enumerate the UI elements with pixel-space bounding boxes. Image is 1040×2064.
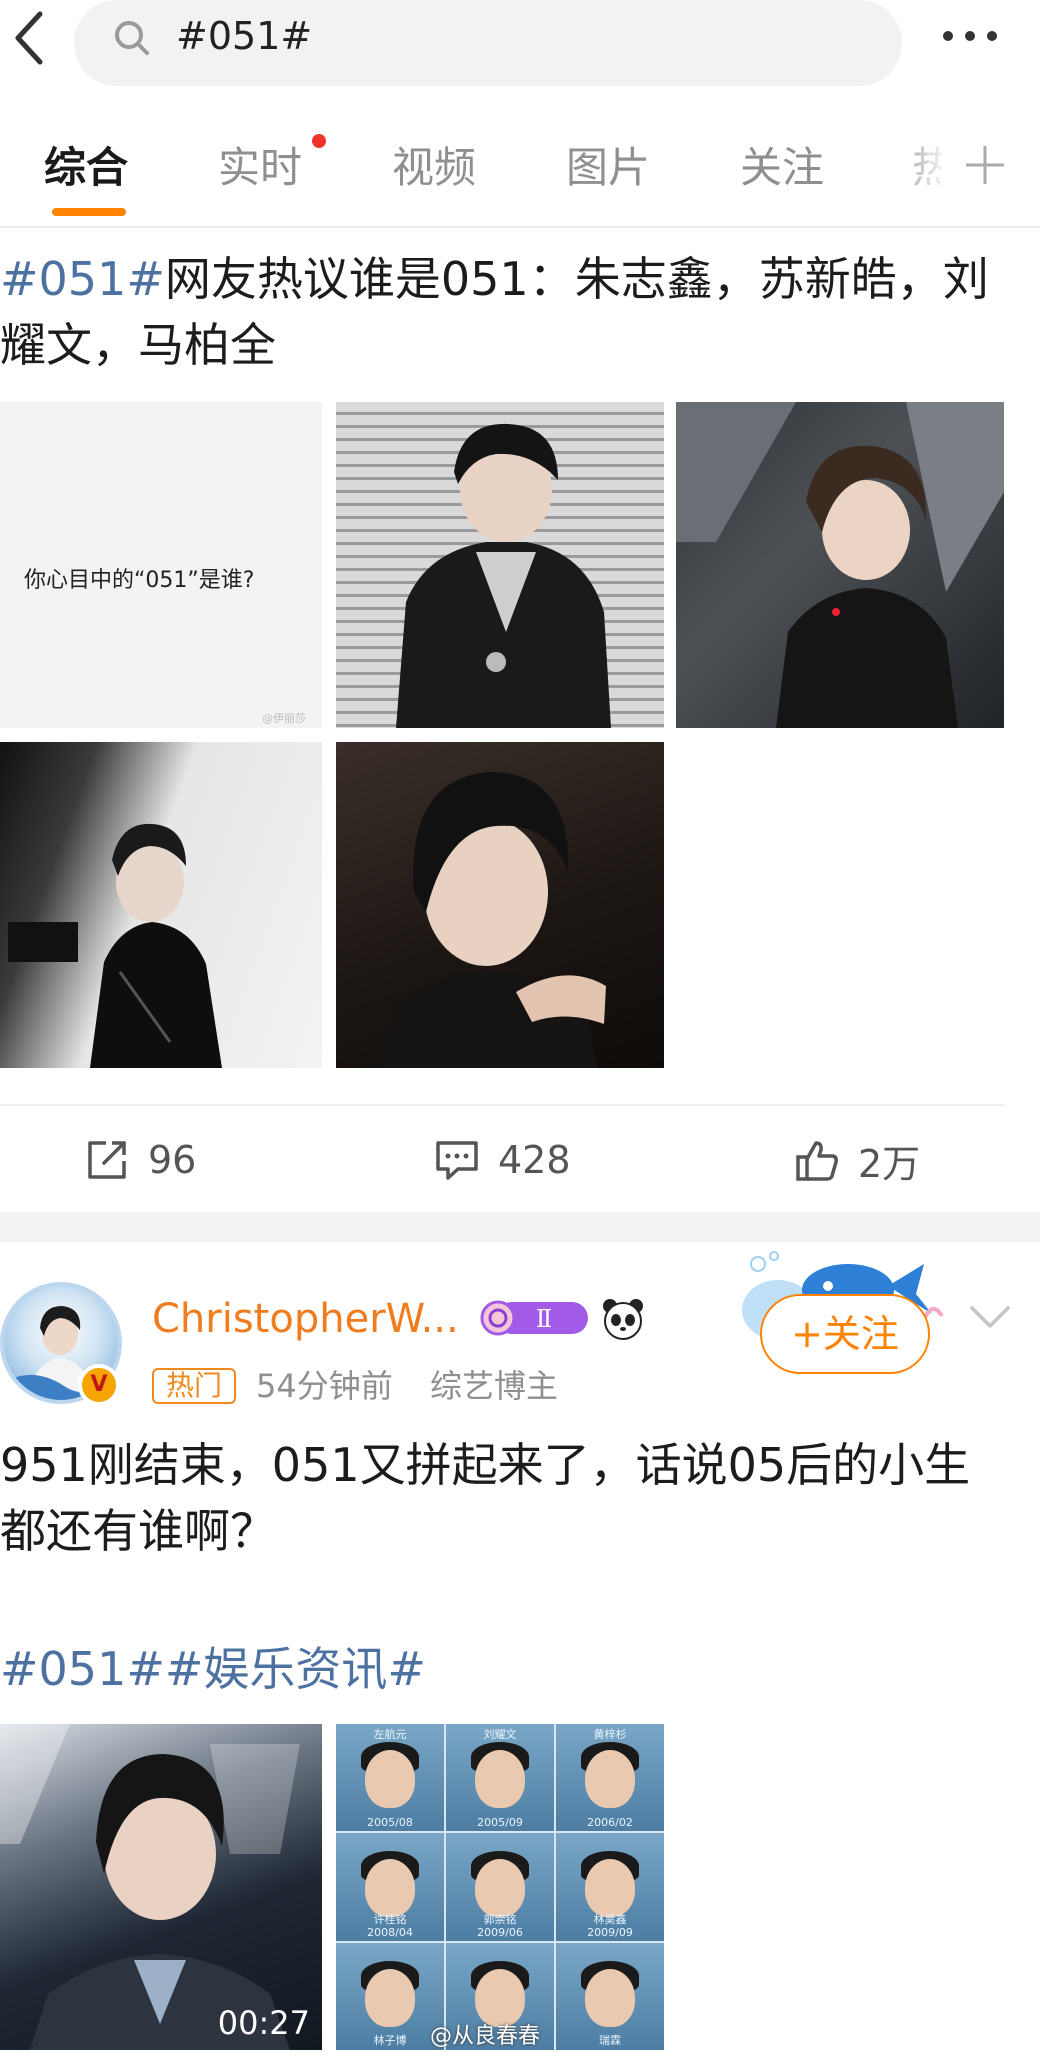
face-shape — [475, 1859, 525, 1918]
comment-icon — [436, 1141, 478, 1180]
hashtag-link[interactable]: #051# — [0, 252, 165, 306]
post-image[interactable] — [336, 402, 664, 728]
action-divider — [0, 1104, 1005, 1106]
grid-date: 2009/09 — [587, 1925, 633, 1939]
face-shape — [475, 1750, 525, 1808]
grid-name: 林子博 — [373, 2034, 407, 2047]
username[interactable]: ChristopherW... — [152, 1292, 459, 1346]
post-text[interactable]: #051#网友热议谁是051：朱志鑫，苏新皓，刘耀文，马柏全 — [0, 246, 1010, 378]
grid-cell: 瑞霖 — [556, 1942, 664, 2050]
more-dot-icon — [965, 31, 975, 41]
face-shape — [365, 1750, 415, 1808]
person-photo — [0, 1724, 300, 2050]
grid-date: 2006/02 — [587, 1816, 633, 1830]
tab-video[interactable]: 视频 — [392, 142, 476, 194]
hashtag-link[interactable]: #051##娱乐资讯# — [0, 1636, 426, 1702]
tab-images[interactable]: 图片 — [566, 142, 650, 194]
tab-bar: 综合 实时 视频 图片 关注 热 — [0, 118, 1040, 226]
grid-cell: 林子博 — [336, 1942, 444, 2050]
panda-icon — [603, 1299, 643, 1340]
search-query: #051# — [176, 14, 313, 58]
level-text: Ⅱ — [536, 1305, 552, 1333]
face-shape — [585, 1750, 635, 1808]
repost-count: 96 — [148, 1138, 197, 1182]
thumbs-up-icon — [796, 1141, 838, 1181]
post-image[interactable] — [0, 742, 322, 1068]
chevron-down-icon[interactable] — [966, 1298, 1014, 1338]
photo-grid: 左航元 2005/08 刘耀文 2005/09 黄梓杉 2006/02 许桂铭 2008… — [336, 1724, 664, 2050]
grid-cell: 黄梓杉 2006/02 — [556, 1724, 664, 1832]
person-photo — [676, 402, 1004, 728]
grid-date: 2005/08 — [367, 1816, 413, 1830]
new-content-dot — [312, 134, 326, 148]
repost-button[interactable]: 96 — [84, 1130, 196, 1190]
like-button[interactable]: 2万 — [794, 1130, 920, 1190]
grid-date: 2005/09 — [477, 1816, 523, 1830]
grid-cell: 左航元 2005/08 — [336, 1724, 444, 1832]
person-photo — [8, 823, 222, 1068]
section-separator — [0, 1212, 1040, 1242]
repost-icon — [88, 1141, 126, 1179]
grid-date: 2008/04 — [367, 1925, 413, 1939]
back-arrow-icon — [15, 11, 43, 65]
back-button[interactable] — [6, 6, 56, 70]
level-badge: Ⅱ — [480, 1300, 588, 1336]
grid-name: 林昊鑫 — [593, 1912, 627, 1926]
image-watermark: @从良春春 — [430, 2024, 541, 2049]
post-image[interactable] — [336, 742, 664, 1068]
face-shape — [585, 1968, 635, 2027]
tab-following[interactable]: 关注 — [740, 142, 824, 194]
hot-tag: 热门 — [152, 1368, 236, 1404]
comment-count: 428 — [498, 1138, 571, 1182]
follow-button[interactable]: +关注 — [760, 1294, 930, 1374]
person-photo — [396, 423, 611, 728]
tabs-fade — [890, 118, 960, 226]
grid-cell: 郭崇铭 2009/06 — [446, 1833, 554, 1941]
grid-date: 2009/06 — [477, 1925, 523, 1939]
comment-button[interactable]: 428 — [434, 1130, 571, 1190]
grid-cell: 刘耀文 2005/09 — [446, 1724, 554, 1832]
top-bar: #051# — [0, 0, 1040, 110]
verified-badge: V — [78, 1364, 120, 1406]
active-tab-indicator — [52, 208, 126, 216]
more-dot-icon — [943, 31, 953, 41]
face-shape — [585, 1859, 635, 1918]
face-shape — [365, 1968, 415, 2027]
post-time: 54分钟前 — [256, 1367, 393, 1405]
tab-comprehensive[interactable]: 综合 — [44, 142, 128, 194]
image-caption: 你心目中的“051”是谁? — [24, 568, 255, 593]
add-tab-icon[interactable] — [960, 140, 1010, 190]
post-image[interactable]: 左航元 2005/08 刘耀文 2005/09 黄梓杉 2006/02 许桂铭 2008… — [336, 1724, 664, 2050]
video-duration: 00:27 — [217, 2004, 310, 2042]
post-image[interactable]: 你心目中的“051”是谁? @伊丽莎 — [0, 402, 322, 728]
tab-realtime[interactable]: 实时 — [218, 142, 302, 194]
post-body[interactable]: 951刚结束，051又拼起来了，话说05后的小生都还有谁啊？ — [0, 1432, 1010, 1564]
grid-name: 许桂铭 — [373, 1912, 407, 1926]
video-thumbnail[interactable]: 00:27 — [0, 1724, 322, 2050]
grid-cell: 许桂铭 2008/04 — [336, 1833, 444, 1941]
post-image[interactable] — [676, 402, 1004, 728]
person-photo — [376, 771, 606, 1068]
grid-cell: 林昊鑫 2009/09 — [556, 1833, 664, 1941]
search-input[interactable]: #051# — [74, 0, 902, 86]
grid-name: 左航元 — [373, 1728, 407, 1741]
face-shape — [365, 1859, 415, 1918]
tabs-divider — [0, 226, 1040, 228]
grid-name: 郭崇铭 — [483, 1912, 517, 1926]
more-options-button[interactable] — [930, 14, 1010, 58]
grid-name: 黄梓杉 — [593, 1728, 627, 1741]
grid-name: 瑞霖 — [599, 2034, 621, 2047]
user-category: 综艺博主 — [430, 1367, 559, 1405]
grid-name: 刘耀文 — [483, 1728, 517, 1741]
image-watermark: @伊丽莎 — [262, 712, 306, 725]
more-dot-icon — [987, 31, 997, 41]
like-count: 2万 — [858, 1141, 921, 1186]
search-icon — [115, 21, 149, 55]
